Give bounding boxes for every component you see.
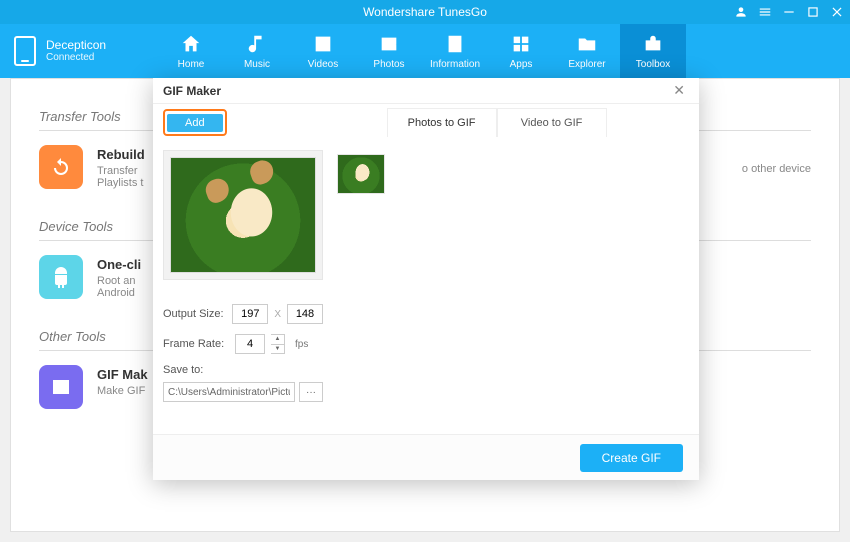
output-width-input[interactable] [232,304,268,324]
left-panel: Output Size: X Frame Rate: ▲▼ fps Save t… [163,150,323,424]
dialog-toolbar: Add Photos to GIF Video to GIF [153,104,699,140]
phone-icon [14,36,36,66]
chevron-up-icon: ▲ [271,335,284,345]
dialog-title: GIF Maker [163,84,669,98]
close-icon[interactable]: ✕ [669,82,689,99]
nav-music[interactable]: Music [224,24,290,78]
preview-image [170,157,316,273]
thumbnail-item[interactable] [337,154,385,194]
fps-unit: fps [295,339,308,350]
output-size-label: Output Size: [163,308,226,320]
frame-rate-label: Frame Rate: [163,338,229,350]
browse-button[interactable]: ··· [299,382,323,402]
app-title: Wondershare TunesGo [363,5,487,19]
tool-text: One-cli Root anAndroid [97,255,141,299]
close-window-icon[interactable] [830,5,844,19]
tool-text: Rebuild TransferPlaylists t [97,145,145,189]
titlebar-controls [734,0,844,24]
save-to-label: Save to: [163,364,323,376]
frame-rate-input[interactable] [235,334,265,354]
save-path-row: ··· [163,382,323,402]
tab-video-to-gif[interactable]: Video to GIF [497,108,607,137]
output-size-row: Output Size: X [163,304,323,324]
device-box[interactable]: Decepticon Connected [0,24,158,78]
create-gif-button[interactable]: Create GIF [580,444,683,472]
rebuild-icon [39,145,83,189]
device-info: Decepticon Connected [46,38,106,64]
nav-home[interactable]: Home [158,24,224,78]
dialog-body: Output Size: X Frame Rate: ▲▼ fps Save t… [153,140,699,434]
x-separator: X [274,309,281,320]
nav-photos[interactable]: Photos [356,24,422,78]
user-icon[interactable] [734,5,748,19]
nav-apps[interactable]: Apps [488,24,554,78]
gif-maker-dialog: GIF Maker ✕ Add Photos to GIF Video to G… [153,78,699,480]
preview-box [163,150,323,280]
nav-videos[interactable]: Videos [290,24,356,78]
menu-icon[interactable] [758,5,772,19]
frame-rate-row: Frame Rate: ▲▼ fps [163,334,323,354]
nav-explorer[interactable]: Explorer [554,24,620,78]
dialog-tabs: Photos to GIF Video to GIF [387,108,607,137]
dialog-footer: Create GIF [153,434,699,480]
frame-rate-spinner[interactable]: ▲▼ [271,334,285,354]
save-path-input[interactable] [163,382,295,402]
dialog-header: GIF Maker ✕ [153,78,699,104]
nav-information[interactable]: Information [422,24,488,78]
android-icon [39,255,83,299]
tool-text: GIF Mak Make GIF [97,365,148,397]
add-button[interactable]: Add [167,114,223,132]
maximize-icon[interactable] [806,5,820,19]
thumbnails-panel [337,150,689,424]
add-button-highlight: Add [163,109,227,136]
gif-settings: Output Size: X Frame Rate: ▲▼ fps Save t… [163,304,323,402]
device-status: Connected [46,52,106,64]
output-height-input[interactable] [287,304,323,324]
tool-desc-suffix: o other device [742,145,811,175]
titlebar: Wondershare TunesGo [0,0,850,24]
minimize-icon[interactable] [782,5,796,19]
header-bar: Decepticon Connected Home Music Videos P… [0,24,850,78]
gif-icon [39,365,83,409]
nav-toolbox[interactable]: Toolbox [620,24,686,78]
chevron-down-icon: ▼ [271,345,284,354]
tab-photos-to-gif[interactable]: Photos to GIF [387,108,497,137]
device-name: Decepticon [46,38,106,52]
main-nav: Home Music Videos Photos Information App… [158,24,686,78]
